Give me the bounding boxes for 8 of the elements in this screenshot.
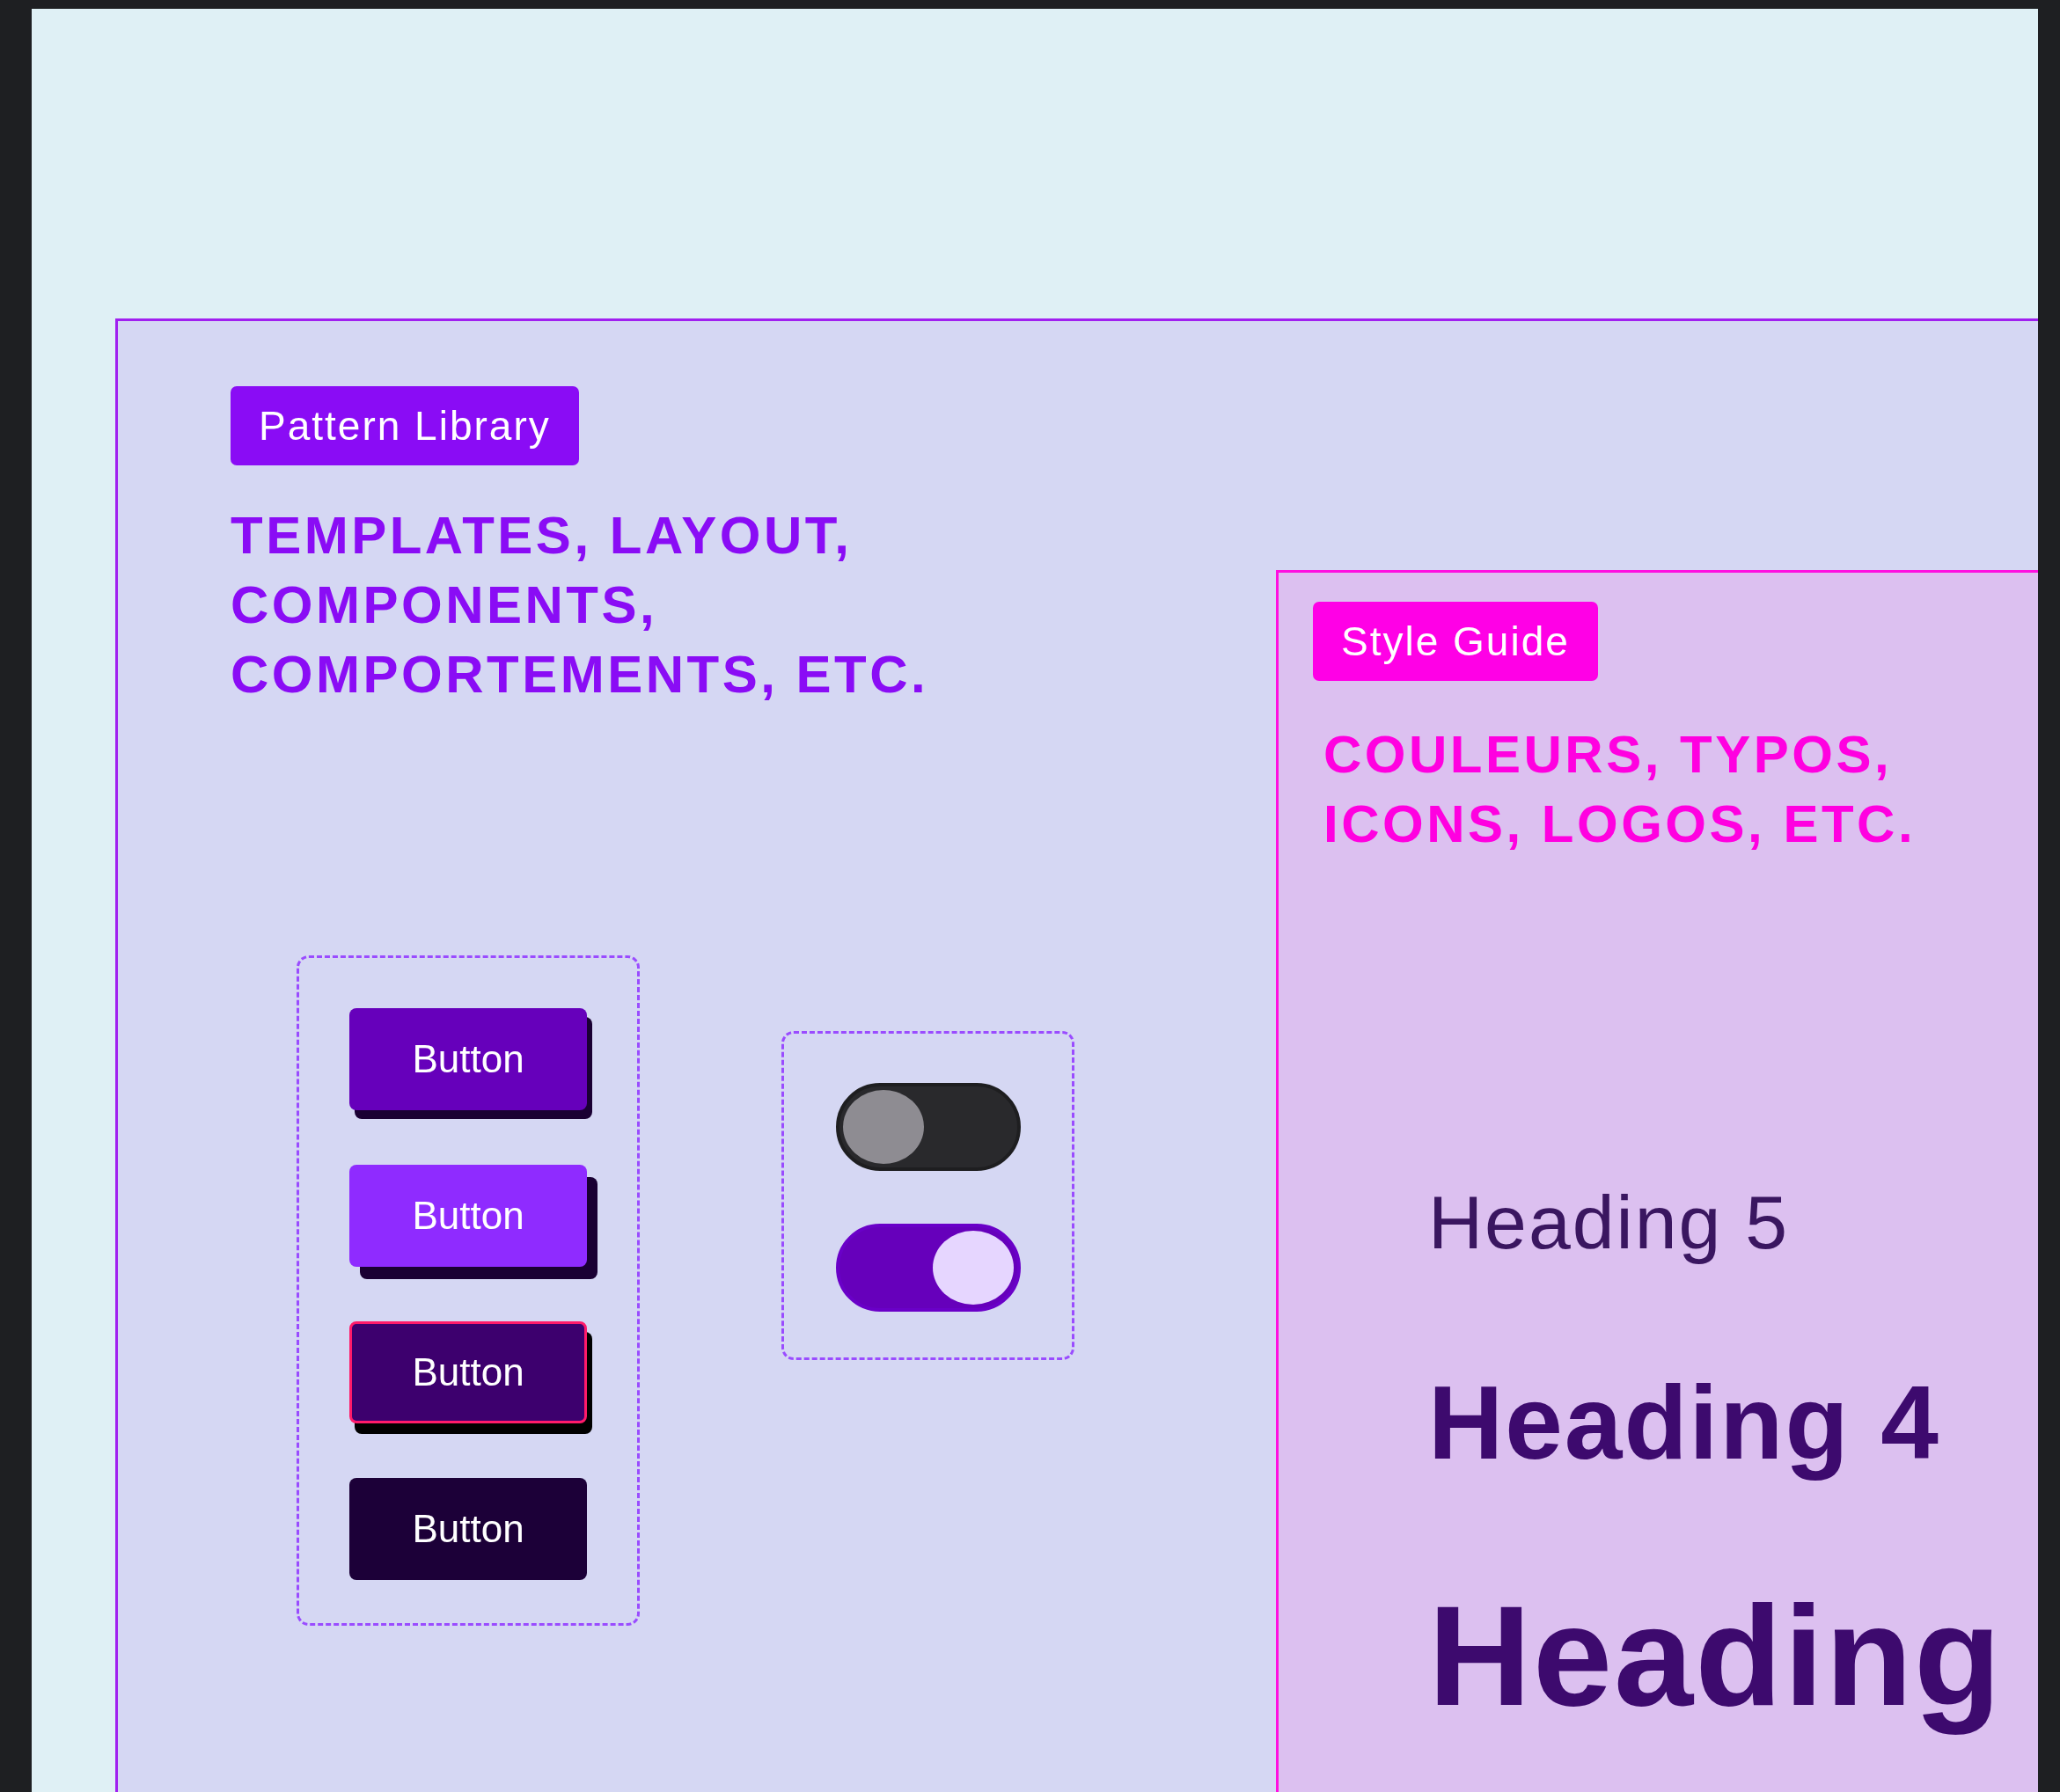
style-guide-description: COULEURS, TYPOS, ICONS, LOGOS, ETC. [1323, 724, 1917, 855]
pattern-library-description: TEMPLATES, LAYOUT, COMPONENTS, COMPORTEMENTS, ETC. [231, 505, 930, 706]
heading-sample: Heading 5 [1428, 1179, 1791, 1266]
sample-button[interactable]: Button [349, 1478, 587, 1580]
pattern-library-badge: Pattern Library [231, 386, 579, 465]
heading-sample: Heading [1428, 1575, 2005, 1737]
style-guide-badge: Style Guide [1313, 602, 1598, 681]
heading-sample: Heading 4 [1428, 1363, 1941, 1482]
